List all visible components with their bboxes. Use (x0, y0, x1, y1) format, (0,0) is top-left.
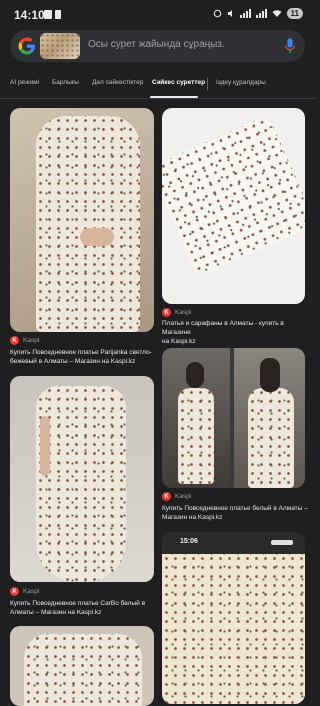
query-image-thumbnail[interactable] (40, 33, 80, 59)
search-bar[interactable]: Осы сурет жайында сұраңыз. (10, 30, 305, 62)
result-title-line: на Kaspi.kz (162, 338, 196, 345)
signal-icon (255, 9, 267, 18)
status-time: 14:10 (14, 8, 45, 22)
result-source[interactable]: K Kaspi (10, 336, 39, 345)
tab-search-tools[interactable]: Іздеу құралдары (216, 79, 266, 86)
notification-icon (55, 10, 61, 19)
embedded-phone-time: 15:06 (180, 538, 198, 545)
embedded-status-icons (271, 540, 293, 545)
notification-icon (44, 10, 52, 19)
tab-divider (207, 78, 208, 90)
result-title[interactable]: Купить Повседневное платье Parijanka све… (10, 348, 156, 366)
source-name: Kaspi (175, 309, 192, 316)
result-image[interactable] (162, 348, 305, 488)
result-title-line: бежевый в Алматы – Магазин на Kaspi.kz (10, 358, 136, 365)
dress-photo (162, 114, 305, 278)
result-title-line: Купить Повседневное платье CarBo белый в (10, 600, 146, 607)
dress-photo (36, 386, 126, 582)
result-image[interactable] (162, 108, 305, 304)
tab-all[interactable]: Барлығы (52, 79, 79, 86)
result-title[interactable]: Купить Повседневное платье белый в Алмат… (162, 504, 310, 522)
status-bar: 14:10 11 (0, 0, 315, 30)
model-arm (40, 416, 50, 476)
tab-visual-matches[interactable]: Сәйкес суреттер (152, 79, 205, 86)
kaspi-logo-icon: K (162, 308, 171, 317)
result-source[interactable]: K Kaspi (10, 587, 39, 596)
result-image[interactable] (10, 376, 154, 582)
tab-ai-mode[interactable]: AI режимі (10, 79, 39, 86)
kaspi-logo-icon: K (162, 492, 171, 501)
result-title-line: Купить Повседневное платье Parijanka све… (10, 349, 152, 356)
filter-tabs: AI режимі Барлығы Дәл сәйкестіктер Сәйке… (0, 72, 315, 99)
search-input[interactable]: Осы сурет жайында сұраңыз. (88, 39, 225, 50)
source-name: Kaspi (23, 588, 40, 595)
kaspi-logo-icon: K (10, 587, 19, 596)
microphone-icon[interactable] (285, 38, 295, 54)
result-source[interactable]: K Kaspi (162, 308, 191, 317)
mirror-left (162, 348, 230, 488)
result-title-line: Платья и сарафаны в Алматы - купить в Ма… (162, 320, 284, 336)
result-source[interactable]: K Kaspi (162, 492, 191, 501)
dress-photo (162, 554, 305, 704)
result-title[interactable]: Купить Повседневное платье CarBo белый в… (10, 599, 156, 617)
result-image[interactable] (10, 626, 154, 706)
source-name: Kaspi (175, 493, 192, 500)
alarm-icon (213, 9, 221, 18)
battery-icon: 11 (286, 8, 303, 19)
notification-icons (44, 10, 61, 19)
signal-icon (239, 9, 251, 18)
status-right-icons: 11 (213, 8, 303, 19)
wifi-icon (272, 10, 282, 17)
result-image[interactable]: 15:06 (162, 532, 305, 704)
back-cutout (80, 228, 114, 246)
mute-icon (227, 10, 232, 17)
tab-exact-matches[interactable]: Дәл сәйкестіктер (92, 79, 143, 86)
result-title[interactable]: Платья и сарафаны в Алматы - купить в Ма… (162, 319, 310, 346)
source-name: Kaspi (23, 337, 40, 344)
google-logo-icon (18, 37, 35, 55)
kaspi-logo-icon: K (10, 336, 19, 345)
mirror-right (234, 348, 305, 488)
active-tab-indicator (150, 96, 198, 98)
result-title-line: Магазин на Kaspi.kz (162, 514, 223, 521)
dress-photo (36, 116, 140, 332)
dress-photo (24, 634, 142, 706)
result-title-line: Купить Повседневное платье белый в Алмат… (162, 505, 308, 512)
result-image[interactable] (10, 108, 154, 332)
result-title-line: Алматы – Магазин на Kaspi.kz (10, 609, 102, 616)
